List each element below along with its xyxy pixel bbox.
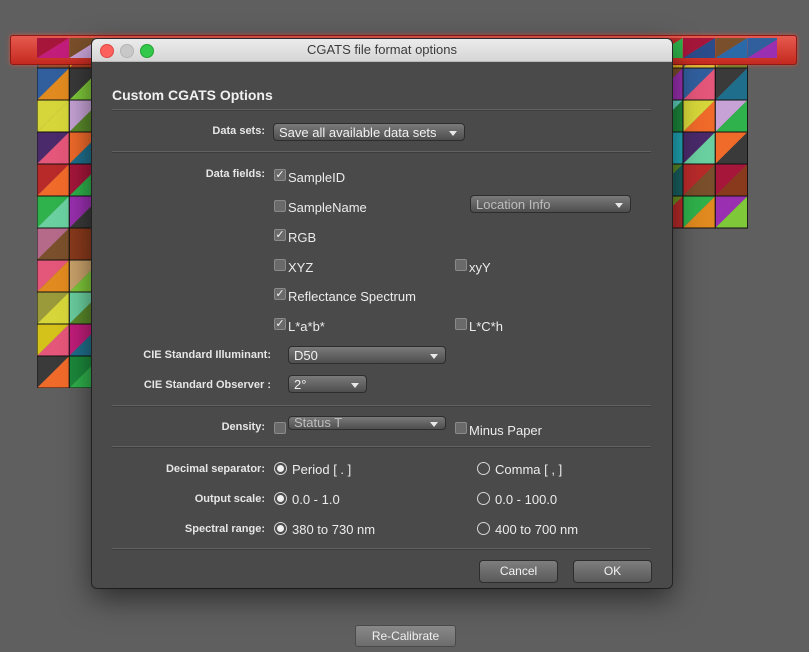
location-info-popup[interactable]: Location Info <box>470 195 631 213</box>
cgats-options-dialog: CGATS file format options Custom CGATS O… <box>92 39 672 588</box>
divider <box>112 548 651 550</box>
reflectance-label: Reflectance Spectrum <box>288 289 416 304</box>
xyz-label: XYZ <box>288 260 314 275</box>
cancel-button[interactable]: Cancel <box>479 560 558 583</box>
density-checkbox[interactable] <box>274 422 286 434</box>
divider <box>112 446 651 448</box>
rgb-label: RGB <box>288 230 317 245</box>
section-heading: Custom CGATS Options <box>112 87 273 103</box>
xyy-checkbox[interactable] <box>455 259 467 271</box>
period-radio[interactable] <box>274 462 287 475</box>
sampleid-label: SampleID <box>288 170 346 185</box>
illuminant-label: CIE Standard Illuminant: <box>143 349 271 361</box>
output-scale-label: Output scale: <box>194 493 265 505</box>
samplename-checkbox[interactable] <box>274 200 286 212</box>
lch-checkbox[interactable] <box>455 318 467 330</box>
chevron-down-icon <box>430 354 438 359</box>
comma-label: Comma [ , ] <box>495 462 563 477</box>
range-380-label: 380 to 730 nm <box>292 522 376 537</box>
lch-label: L*C*h <box>469 319 503 334</box>
chevron-down-icon <box>615 203 623 208</box>
divider <box>112 151 651 153</box>
chevron-down-icon <box>351 383 359 388</box>
range-380-radio[interactable] <box>274 522 287 535</box>
xyy-label: xyY <box>469 260 491 275</box>
reflectance-checkbox[interactable]: ✓ <box>274 288 286 300</box>
scale-100-label: 0.0 - 100.0 <box>495 492 558 507</box>
ok-button[interactable]: OK <box>573 560 652 583</box>
density-value: Status T <box>294 415 343 430</box>
sampleid-checkbox[interactable]: ✓ <box>274 169 286 181</box>
lab-checkbox[interactable]: ✓ <box>274 318 286 330</box>
location-info-value: Location Info <box>476 197 551 212</box>
spectral-range-label: Spectral range: <box>184 523 265 535</box>
chevron-down-icon <box>430 422 438 427</box>
window-title: CGATS file format options <box>306 42 458 57</box>
data-sets-label: Data sets: <box>212 125 265 137</box>
data-fields-label: Data fields: <box>205 168 265 180</box>
range-400-label: 400 to 700 nm <box>495 522 579 537</box>
data-sets-value: Save all available data sets <box>279 125 437 140</box>
zoom-window-icon[interactable] <box>140 44 154 58</box>
minus-paper-checkbox[interactable] <box>455 422 467 434</box>
scale-100-radio[interactable] <box>477 492 490 505</box>
density-label: Density: <box>221 421 265 433</box>
minimize-window-icon <box>120 44 134 58</box>
data-sets-popup[interactable]: Save all available data sets <box>273 123 465 141</box>
xyz-checkbox[interactable] <box>274 259 286 271</box>
observer-value: 2° <box>294 377 307 392</box>
decimal-separator-label: Decimal separator: <box>165 463 265 475</box>
recalibrate-button[interactable]: Re-Calibrate <box>355 625 456 647</box>
observer-popup[interactable]: 2° <box>288 375 367 393</box>
scale-1-radio[interactable] <box>274 492 287 505</box>
close-window-icon[interactable] <box>100 44 114 58</box>
comma-radio[interactable] <box>477 462 490 475</box>
rgb-checkbox[interactable]: ✓ <box>274 229 286 241</box>
density-popup[interactable]: Status T <box>288 416 446 430</box>
divider <box>112 109 651 111</box>
range-400-radio[interactable] <box>477 522 490 535</box>
minus-paper-label: Minus Paper <box>469 423 542 438</box>
chevron-down-icon <box>449 131 457 136</box>
samplename-label: SampleName <box>288 200 367 215</box>
divider <box>112 405 651 407</box>
observer-label: CIE Standard Observer : <box>143 379 271 391</box>
illuminant-value: D50 <box>294 348 318 363</box>
lab-label: L*a*b* <box>288 319 325 334</box>
illuminant-popup[interactable]: D50 <box>288 346 446 364</box>
scale-1-label: 0.0 - 1.0 <box>292 492 340 507</box>
period-label: Period [ . ] <box>292 462 352 477</box>
title-bar: CGATS file format options <box>92 39 672 62</box>
